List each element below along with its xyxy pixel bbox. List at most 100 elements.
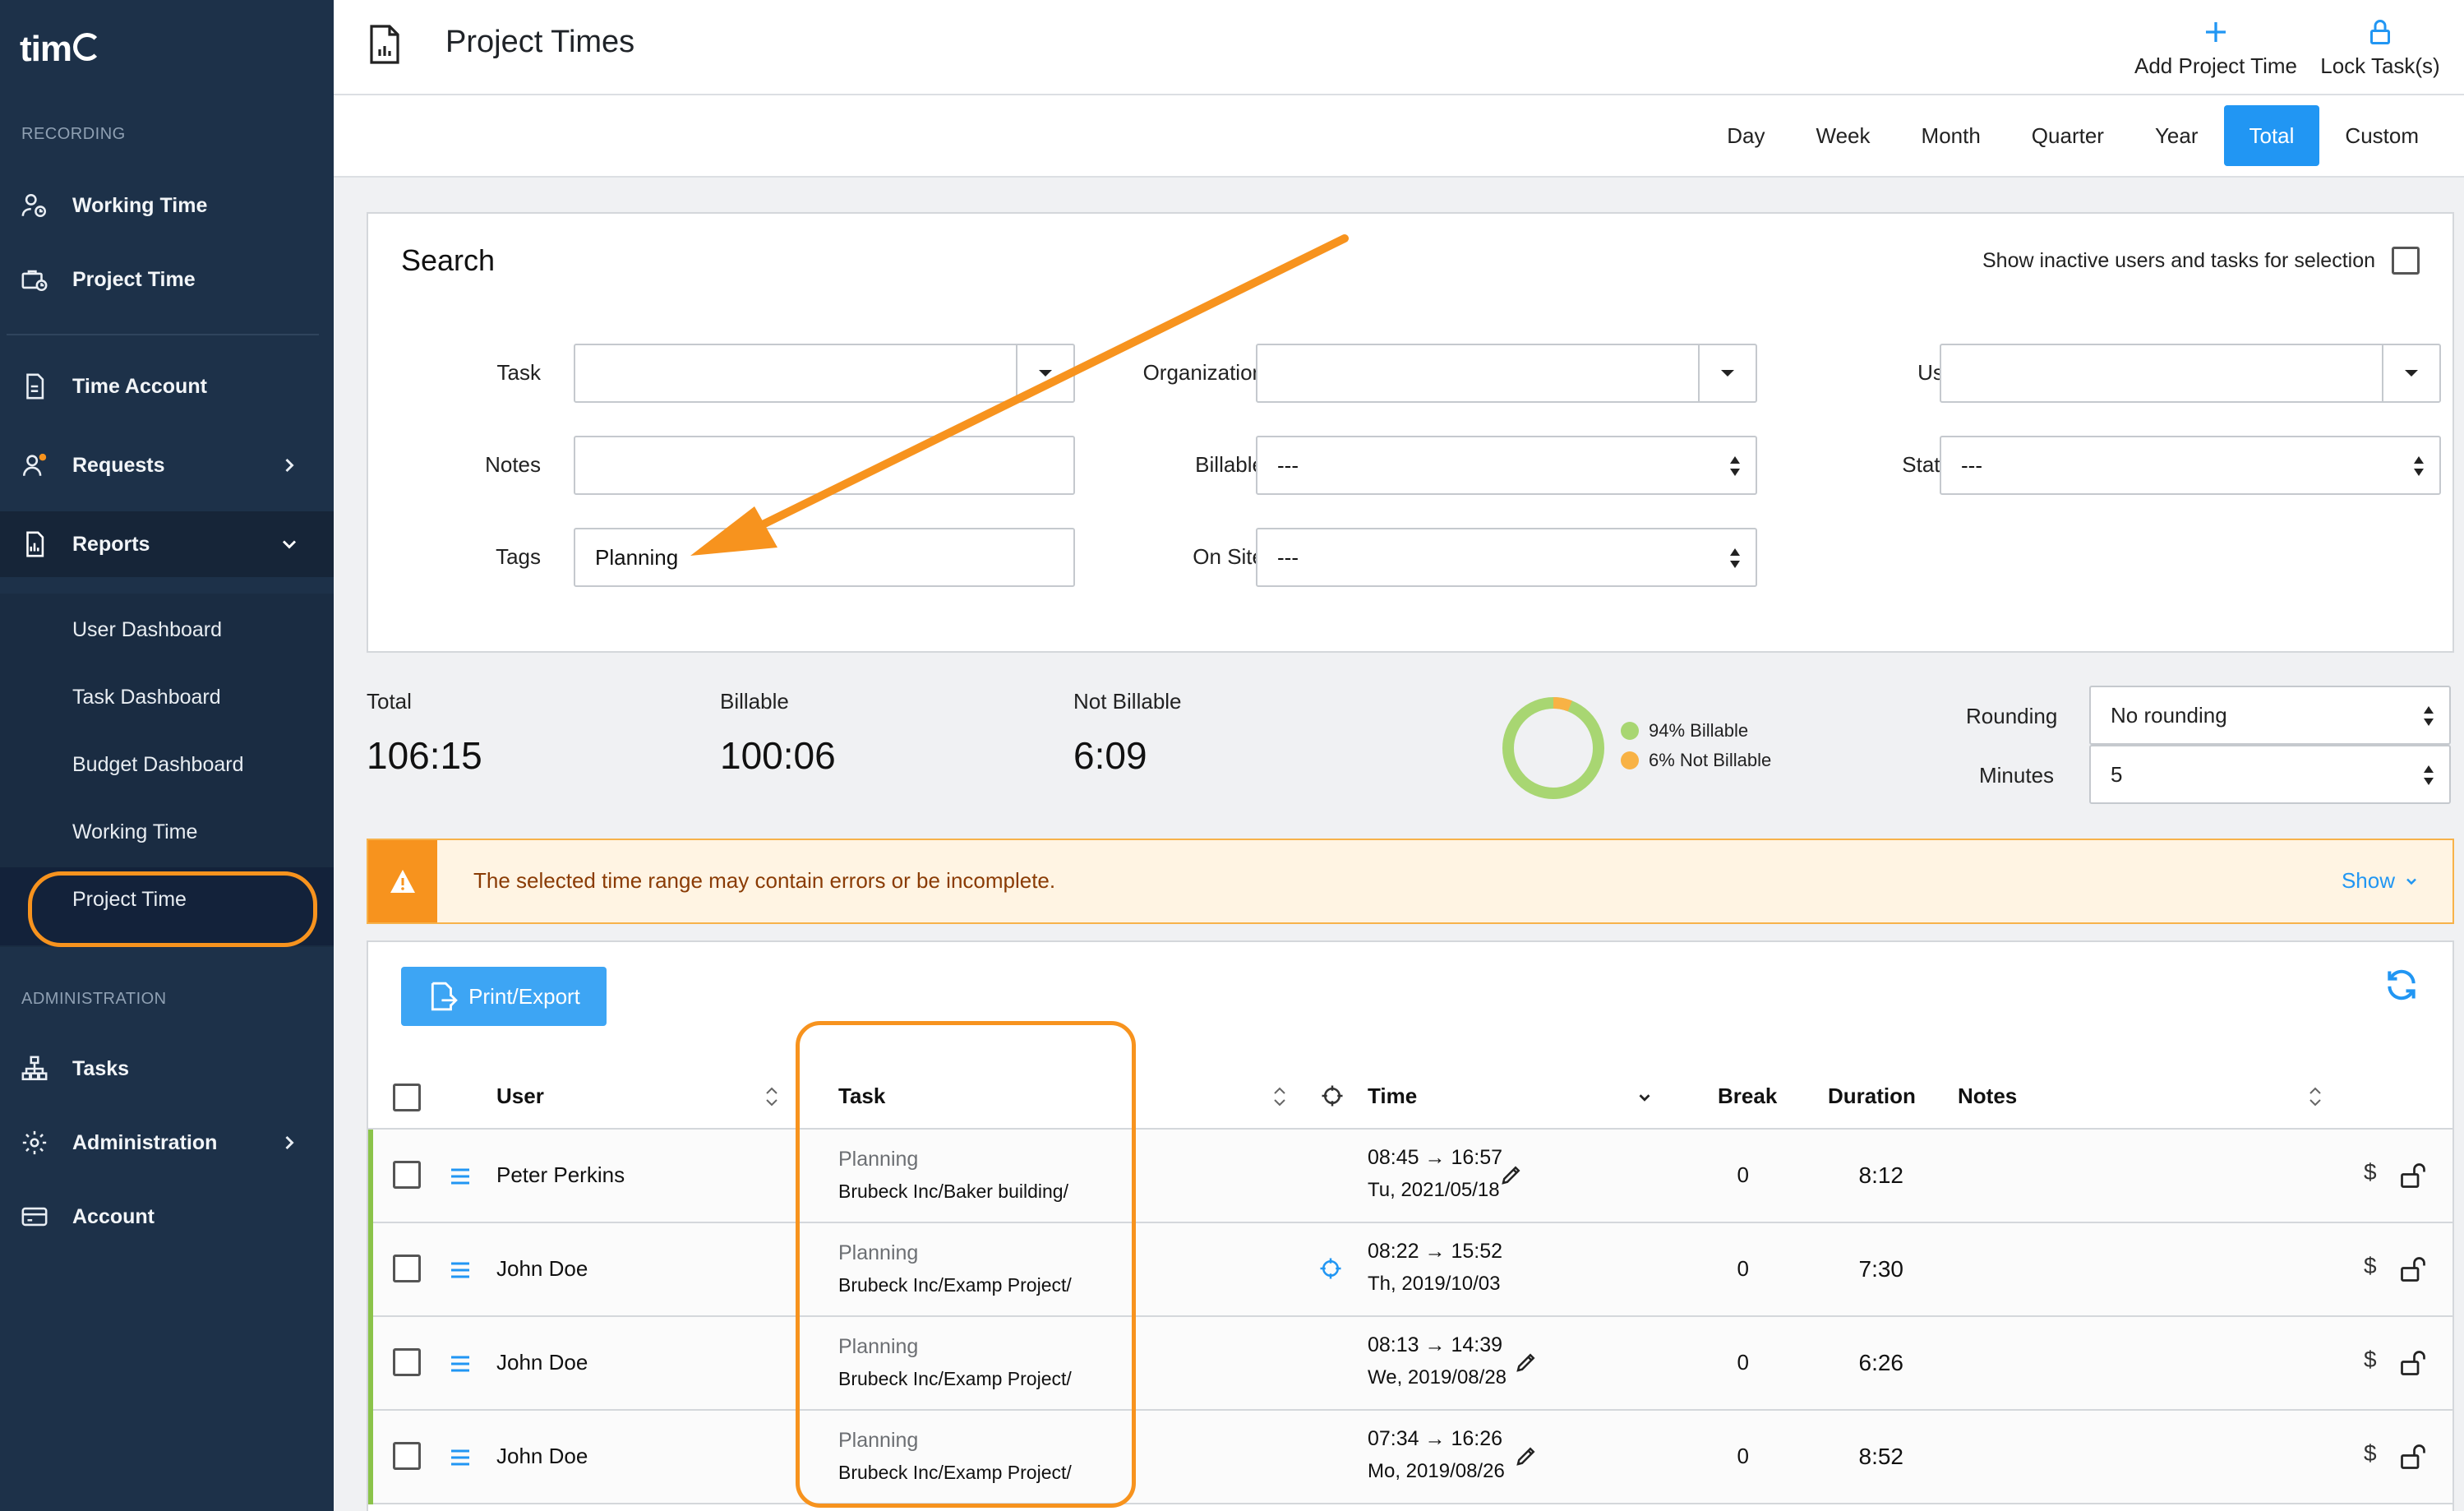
column-header-time[interactable]: Time [1368, 1084, 1417, 1109]
tab-day[interactable]: Day [1701, 105, 1790, 166]
chevron-down-icon[interactable] [1636, 1088, 1654, 1107]
table-row[interactable]: John Doe Planning Brubeck Inc/Examp Proj… [368, 1411, 2452, 1504]
sort-icon[interactable] [763, 1084, 781, 1110]
select-arrows-icon [1730, 548, 1740, 568]
billable-dollar-icon[interactable]: $ [2364, 1159, 2377, 1185]
column-header-user[interactable]: User [496, 1084, 544, 1109]
total-value: 106:15 [367, 734, 482, 777]
minutes-select[interactable]: 5 [2089, 745, 2451, 804]
pencil-icon[interactable] [1499, 1162, 1524, 1187]
row-user: John Doe [496, 1256, 588, 1281]
column-header-break: Break [1718, 1084, 1778, 1108]
rounding-select[interactable]: No rounding [2089, 686, 2451, 745]
row-checkbox[interactable] [393, 1255, 421, 1282]
column-header-duration: Duration [1828, 1084, 1916, 1108]
table-row[interactable]: John Doe Planning Brubeck Inc/Examp Proj… [368, 1317, 2452, 1411]
sidebar-item-tasks[interactable]: Tasks [0, 1036, 334, 1102]
sidebar-item-time-account[interactable]: Time Account [0, 353, 334, 419]
row-menu-icon[interactable] [449, 1447, 472, 1468]
row-menu-icon[interactable] [449, 1353, 472, 1375]
row-break: 0 [1737, 1350, 1749, 1375]
status-value: --- [1961, 452, 1982, 478]
submenu-item-user-dashboard[interactable]: User Dashboard [72, 618, 222, 642]
unlock-icon[interactable] [2398, 1255, 2428, 1284]
timr-logo[interactable]: tim [20, 25, 101, 74]
submenu-item-budget-dashboard[interactable]: Budget Dashboard [72, 753, 243, 777]
row-date: We, 2019/08/28 [1368, 1366, 1507, 1389]
sidebar-item-label: Administration [72, 1130, 218, 1154]
sidebar-item-requests[interactable]: Requests [0, 432, 334, 498]
pencil-icon[interactable] [1514, 1444, 1539, 1468]
row-checkbox[interactable] [393, 1442, 421, 1470]
chevron-right-icon [285, 1135, 294, 1150]
warning-icon-box [368, 840, 437, 922]
tab-quarter[interactable]: Quarter [2006, 105, 2129, 166]
pencil-icon[interactable] [1514, 1350, 1539, 1375]
billable-select[interactable]: --- [1256, 436, 1757, 495]
sidebar-item-administration[interactable]: Administration [0, 1110, 334, 1176]
legend-dot-not-billable [1621, 751, 1639, 769]
add-project-time-button[interactable]: Add Project Time [2109, 8, 2323, 87]
sidebar-item-project-time[interactable]: Project Time [0, 247, 334, 312]
warning-show-link[interactable]: Show [2342, 868, 2420, 894]
print-export-button[interactable]: Print/Export [401, 967, 607, 1026]
sidebar-item-label: Tasks [72, 1056, 130, 1080]
rounding-value: No rounding [2111, 702, 2227, 728]
row-duration: 8:12 [1858, 1162, 1904, 1188]
row-menu-icon[interactable] [449, 1166, 472, 1187]
select-all-checkbox[interactable] [393, 1084, 421, 1111]
submenu-item-project-time[interactable]: Project Time [72, 888, 187, 912]
billable-dollar-icon[interactable]: $ [2364, 1253, 2377, 1279]
notes-input[interactable] [574, 436, 1075, 495]
status-select[interactable]: --- [1940, 436, 2441, 495]
export-icon [431, 982, 458, 1011]
unlock-icon[interactable] [2398, 1161, 2428, 1190]
section-recording: RECORDING [21, 125, 126, 143]
table-row[interactable]: Peter Perkins Planning Brubeck Inc/Baker… [368, 1130, 2452, 1223]
select-arrows-icon [2414, 456, 2424, 476]
plus-icon [2206, 21, 2226, 42]
task-select[interactable] [574, 344, 1075, 403]
billable-stat-label: Billable [720, 689, 789, 714]
row-checkbox[interactable] [393, 1161, 421, 1189]
tab-total[interactable]: Total [2223, 105, 2320, 166]
tab-week[interactable]: Week [1791, 105, 1896, 166]
sidebar-item-account[interactable]: Account [0, 1184, 334, 1250]
row-checkbox[interactable] [393, 1348, 421, 1376]
tags-input[interactable]: Planning [574, 528, 1075, 587]
table-row[interactable]: John Doe Planning Brubeck Inc/Examp Proj… [368, 1223, 2452, 1317]
column-header-task[interactable]: Task [838, 1084, 885, 1109]
location-target-icon[interactable] [1318, 1256, 1343, 1281]
organization-select[interactable] [1256, 344, 1757, 403]
sort-icon[interactable] [2306, 1084, 2324, 1110]
user-select[interactable] [1940, 344, 2441, 403]
row-task-tag: Planning [838, 1335, 919, 1358]
submenu-item-working-time[interactable]: Working Time [72, 820, 197, 844]
row-time-range: 07:34 → 16:26 [1368, 1427, 1503, 1450]
show-inactive-checkbox[interactable] [2392, 247, 2420, 275]
tab-custom[interactable]: Custom [2319, 105, 2444, 166]
billable-dollar-icon[interactable]: $ [2364, 1440, 2377, 1467]
billable-stat-value: 100:06 [720, 734, 836, 777]
show-inactive-option[interactable]: Show inactive users and tasks for select… [1982, 247, 2420, 275]
on-site-select[interactable]: --- [1256, 528, 1757, 587]
submenu-item-task-dashboard[interactable]: Task Dashboard [72, 686, 221, 709]
row-task-tag: Planning [838, 1148, 919, 1171]
lock-tasks-button[interactable]: Lock Task(s) [2306, 8, 2454, 87]
tab-month[interactable]: Month [1896, 105, 2006, 166]
sidebar-item-reports[interactable]: Reports [0, 511, 334, 577]
row-user: John Doe [496, 1350, 588, 1375]
user-dropdown-toggle[interactable] [2382, 345, 2439, 401]
sort-icon[interactable] [1271, 1084, 1289, 1110]
status-label: Status [1902, 452, 1963, 477]
unlock-icon[interactable] [2398, 1348, 2428, 1378]
refresh-icon[interactable] [2383, 967, 2420, 1003]
sidebar-item-working-time[interactable]: Working Time [0, 173, 334, 238]
row-time-range: 08:45 → 16:57 [1368, 1146, 1503, 1169]
column-header-notes[interactable]: Notes [1958, 1084, 2017, 1109]
unlock-icon[interactable] [2398, 1442, 2428, 1472]
row-menu-icon[interactable] [449, 1259, 472, 1281]
tab-year[interactable]: Year [2129, 105, 2224, 166]
period-bar: Day Week Month Quarter Year Total Custom [334, 95, 2464, 178]
billable-dollar-icon[interactable]: $ [2364, 1347, 2377, 1373]
